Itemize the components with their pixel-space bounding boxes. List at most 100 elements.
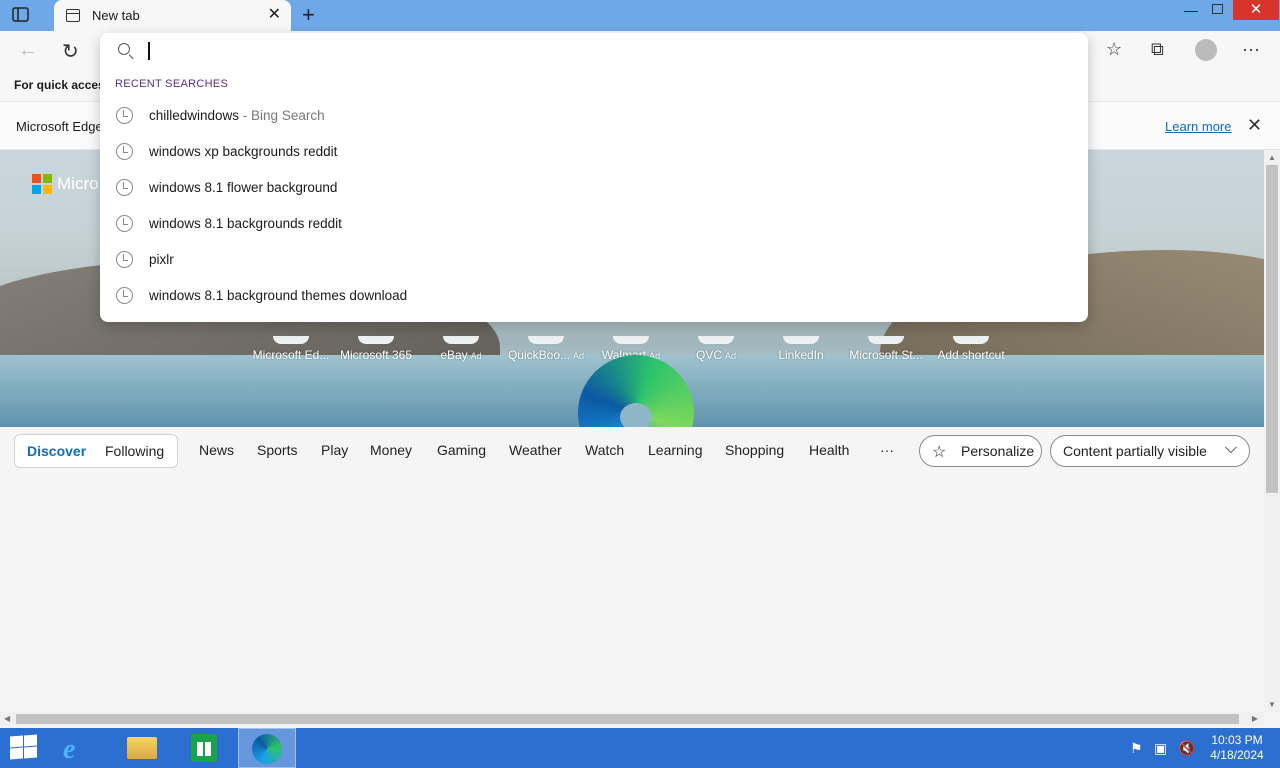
history-icon bbox=[116, 287, 133, 304]
taskbar-edge[interactable] bbox=[238, 728, 296, 768]
clock[interactable]: 10:03 PM 4/18/2024 bbox=[1204, 733, 1270, 763]
shortcut-icon bbox=[953, 336, 989, 344]
suggestion-text: windows 8.1 backgrounds reddit bbox=[149, 216, 342, 231]
suggestion-text: chilledwindows - Bing Search bbox=[149, 108, 325, 123]
nav-learning[interactable]: Learning bbox=[648, 442, 703, 458]
scroll-left-icon[interactable]: ◀ bbox=[4, 714, 10, 723]
vertical-scroll-thumb[interactable] bbox=[1266, 165, 1278, 493]
shortcut-icon bbox=[613, 336, 649, 344]
scroll-up-icon[interactable]: ▲ bbox=[1268, 153, 1276, 162]
nav-sports[interactable]: Sports bbox=[257, 442, 297, 458]
suggestion-text: windows 8.1 background themes download bbox=[149, 288, 407, 303]
horizontal-scroll-thumb[interactable] bbox=[16, 714, 1239, 724]
nav-money[interactable]: Money bbox=[370, 442, 412, 458]
suggestion-item[interactable]: windows 8.1 backgrounds reddit bbox=[100, 206, 1088, 242]
history-icon bbox=[116, 215, 133, 232]
shortcut-tile[interactable]: Add shortcut bbox=[928, 336, 1014, 362]
ad-badge: Ad bbox=[573, 351, 585, 361]
visibility-label: Content partially visible bbox=[1063, 443, 1207, 459]
tab-new-tab[interactable]: New tab ✕ bbox=[54, 0, 291, 31]
settings-more-icon[interactable]: ··· bbox=[1242, 39, 1260, 60]
nav-shopping[interactable]: Shopping bbox=[725, 442, 784, 458]
shortcut-tile[interactable]: QuickBoo... Ad bbox=[503, 336, 589, 362]
taskbar-store[interactable] bbox=[175, 728, 233, 768]
shortcut-tile[interactable]: Microsoft 365 bbox=[333, 336, 419, 362]
microsoft-logo-icon bbox=[32, 174, 52, 194]
shortcut-tile[interactable]: LinkedIn bbox=[758, 336, 844, 362]
suggestion-query: windows 8.1 background themes download bbox=[149, 288, 408, 303]
shortcut-tile[interactable]: QVC Ad bbox=[673, 336, 759, 362]
nav-watch[interactable]: Watch bbox=[585, 442, 624, 458]
clock-date: 4/18/2024 bbox=[1210, 748, 1264, 762]
tab-close-icon[interactable]: ✕ bbox=[268, 6, 281, 24]
address-bar-dropdown: RECENT SEARCHES chilledwindows - Bing Se… bbox=[100, 33, 1088, 322]
scroll-down-icon[interactable]: ▼ bbox=[1268, 700, 1276, 709]
history-icon bbox=[116, 143, 133, 160]
ad-badge: Ad bbox=[470, 351, 482, 361]
suggestion-item[interactable]: windows xp backgrounds reddit bbox=[100, 134, 1088, 170]
personalize-button[interactable]: ☆ Personalize bbox=[919, 435, 1042, 467]
content-visibility-dropdown[interactable]: Content partially visible ⌵ bbox=[1050, 435, 1250, 467]
back-icon[interactable]: ← bbox=[18, 39, 38, 62]
start-button[interactable] bbox=[10, 734, 38, 760]
search-input[interactable] bbox=[148, 42, 150, 60]
history-icon bbox=[116, 251, 133, 268]
vertical-scrollbar[interactable]: ▲ ▼ bbox=[1264, 150, 1280, 712]
new-tab-favicon-icon bbox=[66, 9, 80, 22]
learn-more-link[interactable]: Learn more bbox=[1165, 119, 1231, 134]
action-center-flag-icon[interactable]: ⚑ bbox=[1130, 740, 1143, 757]
favorites-icon[interactable]: ☆ bbox=[1106, 39, 1122, 60]
shortcut-tile[interactable]: Microsoft Ed... bbox=[248, 336, 334, 362]
network-icon[interactable]: ▣ bbox=[1154, 740, 1167, 757]
feed-segment: Discover Following bbox=[14, 434, 178, 468]
shortcut-icon bbox=[358, 336, 394, 344]
suggestion-text: pixlr bbox=[149, 252, 174, 267]
tab-title: New tab bbox=[92, 8, 140, 23]
suggestion-item[interactable]: chilledwindows - Bing Search bbox=[100, 98, 1088, 134]
brand-wordmark: Micro bbox=[57, 174, 99, 193]
close-window-button[interactable]: ✕ bbox=[1233, 0, 1279, 20]
taskbar-file-explorer[interactable] bbox=[113, 728, 171, 768]
nav-play[interactable]: Play bbox=[321, 442, 348, 458]
profile-avatar[interactable] bbox=[1195, 39, 1217, 61]
nav-more-icon[interactable]: ··· bbox=[880, 442, 894, 458]
suggestion-query: windows 8.1 backgrounds reddit bbox=[149, 216, 342, 231]
shortcut-icon bbox=[528, 336, 564, 344]
scroll-right-icon[interactable]: ▶ bbox=[1252, 714, 1258, 723]
collections-icon[interactable]: ⧉ bbox=[1151, 39, 1164, 60]
suggestion-text: windows xp backgrounds reddit bbox=[149, 144, 337, 159]
tab-actions-icon[interactable] bbox=[12, 7, 30, 23]
history-icon bbox=[116, 107, 133, 124]
shortcut-icon bbox=[273, 336, 309, 344]
tab-following[interactable]: Following bbox=[105, 443, 164, 459]
refresh-icon[interactable]: ↻ bbox=[62, 39, 79, 64]
nav-health[interactable]: Health bbox=[809, 442, 849, 458]
shortcut-tile[interactable]: Microsoft St... bbox=[843, 336, 929, 362]
shortcut-label: Microsoft 365 bbox=[339, 348, 413, 362]
minimize-button[interactable]: — bbox=[1184, 2, 1198, 18]
suggestion-item[interactable]: windows 8.1 background themes download bbox=[100, 278, 1088, 314]
new-tab-button[interactable]: + bbox=[302, 3, 315, 27]
volume-muted-icon[interactable]: 🔇 bbox=[1178, 740, 1195, 757]
nav-gaming[interactable]: Gaming bbox=[437, 442, 486, 458]
nav-weather[interactable]: Weather bbox=[509, 442, 562, 458]
title-bar: New tab ✕ + — ✕ bbox=[0, 0, 1280, 31]
tab-discover[interactable]: Discover bbox=[27, 443, 86, 459]
search-icon bbox=[118, 43, 130, 55]
shortcut-icon bbox=[868, 336, 904, 344]
horizontal-scrollbar[interactable]: ◀ ▶ bbox=[0, 712, 1264, 726]
restore-button[interactable] bbox=[1212, 4, 1223, 14]
suggestion-item[interactable]: windows 8.1 flower background bbox=[100, 170, 1088, 206]
info-bar-close-icon[interactable]: ✕ bbox=[1247, 115, 1262, 136]
suggestion-source: - Bing Search bbox=[239, 108, 325, 123]
internet-explorer-icon: e bbox=[63, 734, 76, 765]
personalize-label: Personalize bbox=[961, 443, 1035, 459]
suggestion-item[interactable]: pixlr bbox=[100, 242, 1088, 278]
shortcut-tile[interactable]: eBay Ad bbox=[418, 336, 504, 362]
suggestion-query: windows xp backgrounds reddit bbox=[149, 144, 338, 159]
nav-news[interactable]: News bbox=[199, 442, 234, 458]
taskbar-internet-explorer[interactable]: e bbox=[49, 728, 107, 768]
store-icon bbox=[191, 734, 217, 762]
suggestion-query: windows 8.1 flower background bbox=[149, 180, 338, 195]
edge-icon bbox=[252, 734, 282, 764]
